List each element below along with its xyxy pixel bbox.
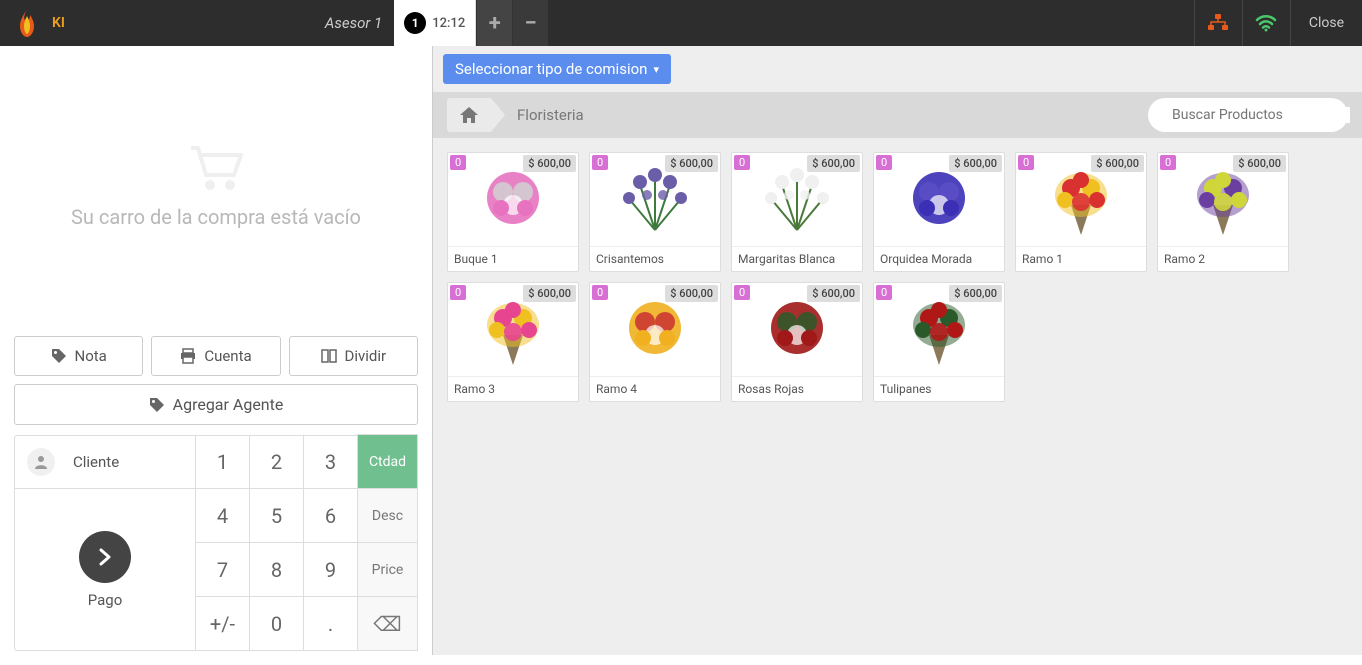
product-name: Crisantemos [590, 247, 720, 271]
product-name: Tulipanes [874, 377, 1004, 401]
qty-badge: 0 [450, 285, 466, 300]
qty-badge: 0 [1160, 155, 1176, 170]
search-box[interactable] [1148, 98, 1348, 132]
category-breadcrumb[interactable]: Floristeria [491, 98, 600, 132]
product-name: Ramo 3 [448, 377, 578, 401]
left-pane: Su carro de la compra está vacío Nota Cu… [0, 46, 433, 655]
product-card[interactable]: 0 $ 600,00 Ramo 2 [1157, 152, 1289, 272]
product-name: Orquidea Morada [874, 247, 1004, 271]
product-name: Ramo 4 [590, 377, 720, 401]
key-plusminus[interactable]: +/- [195, 596, 250, 651]
agregar-agente-button[interactable]: Agregar Agente [14, 384, 418, 425]
key-5[interactable]: 5 [249, 488, 304, 543]
product-card[interactable]: 0 $ 600,00 Ramo 4 [589, 282, 721, 402]
qty-badge: 0 [592, 285, 608, 300]
product-card[interactable]: 0 $ 600,00 Ramo 1 [1015, 152, 1147, 272]
key-qty[interactable]: Ctdad [357, 434, 418, 489]
key-desc[interactable]: Desc [357, 488, 418, 543]
qty-badge: 0 [876, 155, 892, 170]
tag-icon [149, 397, 165, 413]
price-badge: $ 600,00 [807, 285, 860, 302]
price-badge: $ 600,00 [807, 155, 860, 172]
key-9[interactable]: 9 [303, 542, 358, 597]
top-bar: KI Asesor 1 1 12:12 + − Close [0, 0, 1362, 46]
print-icon [180, 348, 196, 364]
pago-button[interactable]: Pago [14, 489, 196, 651]
price-badge: $ 600,00 [523, 155, 576, 172]
nota-button[interactable]: Nota [14, 336, 143, 376]
qty-badge: 0 [1018, 155, 1034, 170]
dividir-button[interactable]: Dividir [289, 336, 418, 376]
asesor-label[interactable]: Asesor 1 [325, 14, 382, 32]
key-6[interactable]: 6 [303, 488, 358, 543]
cart-empty: Su carro de la compra está vacío [0, 46, 432, 326]
network-icon[interactable] [1194, 0, 1242, 46]
product-card[interactable]: 0 $ 600,00 Orquidea Morada [873, 152, 1005, 272]
home-breadcrumb[interactable] [447, 98, 491, 132]
key-7[interactable]: 7 [195, 542, 250, 597]
key-backspace[interactable]: ⌫ [357, 596, 418, 651]
chevron-right-icon [79, 531, 131, 583]
add-tab-button[interactable]: + [476, 0, 512, 46]
key-dot[interactable]: . [303, 596, 358, 651]
qty-badge: 0 [876, 285, 892, 300]
search-input[interactable] [1172, 107, 1350, 123]
price-badge: $ 600,00 [949, 155, 1002, 172]
cliente-button[interactable]: Cliente [14, 435, 196, 489]
split-icon [321, 348, 337, 364]
key-8[interactable]: 8 [249, 542, 304, 597]
close-button[interactable]: Close [1290, 0, 1362, 46]
key-3[interactable]: 3 [303, 435, 358, 489]
home-icon [460, 107, 478, 123]
numpad: 1 2 3 Ctdad 4 5 6 Desc 7 8 9 Price +/- 0… [196, 435, 418, 651]
key-0[interactable]: 0 [249, 596, 304, 651]
wifi-icon[interactable] [1242, 0, 1290, 46]
qty-badge: 0 [450, 155, 466, 170]
right-pane: Seleccionar tipo de comision Floristeria… [433, 46, 1362, 655]
key-1[interactable]: 1 [195, 435, 250, 489]
product-card[interactable]: 0 $ 600,00 Margaritas Blanca [731, 152, 863, 272]
product-name: Margaritas Blanca [732, 247, 862, 271]
product-name: Ramo 2 [1158, 247, 1288, 271]
key-price[interactable]: Price [357, 542, 418, 597]
user-icon [27, 448, 55, 476]
price-badge: $ 600,00 [1091, 155, 1144, 172]
product-name: Rosas Rojas [732, 377, 862, 401]
product-card[interactable]: 0 $ 600,00 Crisantemos [589, 152, 721, 272]
commission-select[interactable]: Seleccionar tipo de comision [443, 54, 671, 84]
product-card[interactable]: 0 $ 600,00 Tulipanes [873, 282, 1005, 402]
tab-time: 12:12 [432, 16, 465, 31]
product-card[interactable]: 0 $ 600,00 Ramo 3 [447, 282, 579, 402]
qty-badge: 0 [734, 155, 750, 170]
qty-badge: 0 [734, 285, 750, 300]
cuenta-button[interactable]: Cuenta [151, 336, 280, 376]
breadcrumb: Floristeria [433, 92, 1362, 138]
remove-tab-button[interactable]: − [512, 0, 548, 46]
price-badge: $ 600,00 [1233, 155, 1286, 172]
product-name: Ramo 1 [1016, 247, 1146, 271]
key-2[interactable]: 2 [249, 435, 304, 489]
price-badge: $ 600,00 [523, 285, 576, 302]
tag-icon [51, 348, 67, 364]
price-badge: $ 600,00 [665, 285, 718, 302]
cart-icon [186, 143, 246, 193]
tab-number: 1 [404, 12, 426, 34]
product-name: Buque 1 [448, 247, 578, 271]
product-card[interactable]: 0 $ 600,00 Buque 1 [447, 152, 579, 272]
cart-empty-text: Su carro de la compra está vacío [71, 205, 361, 229]
price-badge: $ 600,00 [949, 285, 1002, 302]
key-4[interactable]: 4 [195, 488, 250, 543]
product-grid: 0 $ 600,00 Buque 1 0 $ 600,00 Crisant [433, 138, 1362, 655]
flame-icon [10, 6, 44, 40]
order-tab[interactable]: 1 12:12 [394, 0, 476, 46]
logo-text: KI [52, 15, 65, 31]
product-card[interactable]: 0 $ 600,00 Rosas Rojas [731, 282, 863, 402]
qty-badge: 0 [592, 155, 608, 170]
price-badge: $ 600,00 [665, 155, 718, 172]
logo [0, 0, 54, 46]
